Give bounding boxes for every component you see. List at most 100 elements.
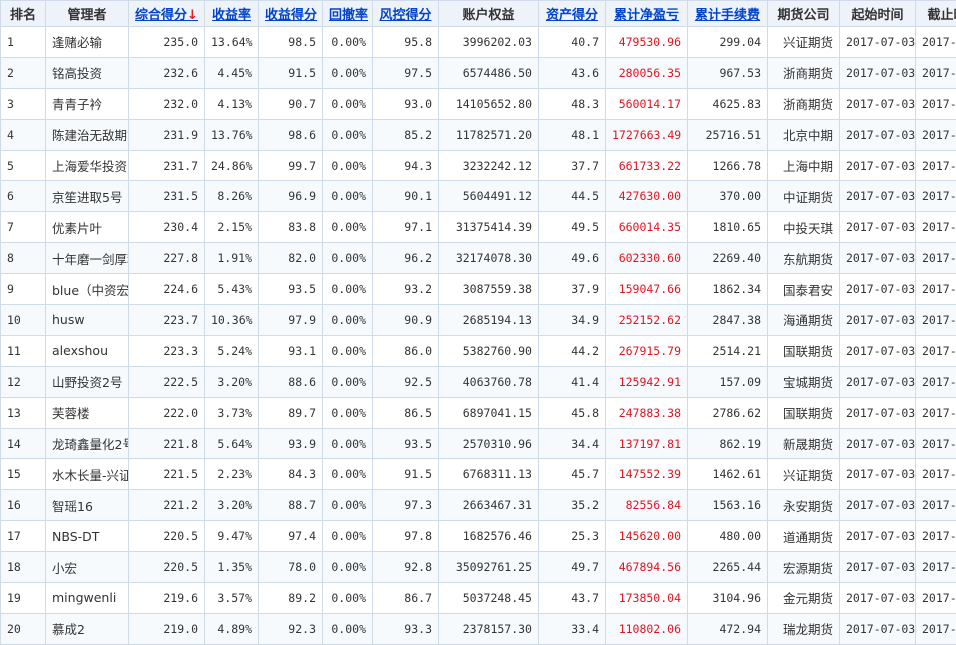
cell-asset-score: 45.8 — [539, 397, 606, 428]
header-net-profit-sort-link[interactable]: 累计净盈亏 — [606, 1, 688, 27]
cell-composite-score: 232.6 — [129, 57, 205, 88]
cell-futures-company: 宏源期货 — [768, 552, 840, 583]
cell-return-score: 88.7 — [259, 490, 323, 521]
cell-asset-score: 49.5 — [539, 212, 606, 243]
cell-end-time: 2017-07-04 — [916, 613, 956, 644]
cell-return-score: 93.1 — [259, 335, 323, 366]
cell-drawdown-rate: 0.00% — [323, 335, 373, 366]
cell-start-time: 2017-07-03 — [840, 490, 916, 521]
cell-account-equity: 6897041.15 — [439, 397, 539, 428]
cell-futures-company: 兴证期货 — [768, 459, 840, 490]
cell-end-time: 2017-07-04 — [916, 459, 956, 490]
cell-manager: 青青子衿 — [46, 88, 129, 119]
cell-manager: 铭高投资 — [46, 57, 129, 88]
cell-drawdown-rate: 0.00% — [323, 366, 373, 397]
cell-rank: 10 — [1, 305, 46, 336]
cell-composite-score: 219.0 — [129, 613, 205, 644]
cell-net-profit: 467894.56 — [606, 552, 688, 583]
cell-futures-company: 浙商期货 — [768, 88, 840, 119]
cell-risk-score: 93.5 — [373, 428, 439, 459]
cell-account-equity: 11782571.20 — [439, 119, 539, 150]
cell-fees: 299.04 — [688, 27, 768, 58]
cell-risk-score: 94.3 — [373, 150, 439, 181]
cell-fees: 1563.16 — [688, 490, 768, 521]
header-risk-score-sort-link[interactable]: 风控得分 — [373, 1, 439, 27]
cell-return-score: 88.6 — [259, 366, 323, 397]
cell-end-time: 2017-07-04 — [916, 243, 956, 274]
cell-return-score: 78.0 — [259, 552, 323, 583]
cell-asset-score: 43.7 — [539, 583, 606, 614]
header-return-score-sort-link[interactable]: 收益得分 — [259, 1, 323, 27]
cell-composite-score: 231.7 — [129, 150, 205, 181]
cell-return-rate: 2.23% — [205, 459, 259, 490]
cell-start-time: 2017-07-03 — [840, 583, 916, 614]
table-row: 2铭高投资232.64.45%91.50.00%97.56574486.5043… — [1, 57, 956, 88]
table-row: 8十年磨一剑厚积227.81.91%82.00.00%96.232174078.… — [1, 243, 956, 274]
cell-start-time: 2017-07-03 — [840, 397, 916, 428]
cell-account-equity: 2378157.30 — [439, 613, 539, 644]
cell-asset-score: 25.3 — [539, 521, 606, 552]
cell-drawdown-rate: 0.00% — [323, 88, 373, 119]
cell-fees: 862.19 — [688, 428, 768, 459]
cell-net-profit: 145620.00 — [606, 521, 688, 552]
cell-account-equity: 14105652.80 — [439, 88, 539, 119]
cell-risk-score: 97.1 — [373, 212, 439, 243]
cell-drawdown-rate: 0.00% — [323, 243, 373, 274]
table-row: 13芙蓉楼222.03.73%89.70.00%86.56897041.1545… — [1, 397, 956, 428]
cell-return-score: 96.9 — [259, 181, 323, 212]
table-row: 4陈建治无敌期货231.913.76%98.60.00%85.211782571… — [1, 119, 956, 150]
cell-end-time: 2017-07-04 — [916, 305, 956, 336]
table-row: 17NBS-DT220.59.47%97.40.00%97.81682576.4… — [1, 521, 956, 552]
cell-net-profit: 125942.91 — [606, 366, 688, 397]
cell-return-rate: 8.26% — [205, 181, 259, 212]
cell-net-profit: 173850.04 — [606, 583, 688, 614]
cell-risk-score: 93.3 — [373, 613, 439, 644]
header-fees-sort-link[interactable]: 累计手续费 — [688, 1, 768, 27]
cell-manager: 智瑶16 — [46, 490, 129, 521]
cell-end-time: 2017-07-04 — [916, 397, 956, 428]
header-start-time: 起始时间 — [840, 1, 916, 27]
cell-end-time: 2017-07-04 — [916, 490, 956, 521]
cell-rank: 11 — [1, 335, 46, 366]
cell-return-score: 82.0 — [259, 243, 323, 274]
cell-fees: 2265.44 — [688, 552, 768, 583]
header-return-rate-sort-link[interactable]: 收益率 — [205, 1, 259, 27]
cell-fees: 1462.61 — [688, 459, 768, 490]
cell-rank: 5 — [1, 150, 46, 181]
cell-return-rate: 5.43% — [205, 274, 259, 305]
cell-start-time: 2017-07-03 — [840, 428, 916, 459]
cell-fees: 157.09 — [688, 366, 768, 397]
cell-end-time: 2017-07-04 — [916, 57, 956, 88]
cell-return-rate: 9.47% — [205, 521, 259, 552]
cell-return-rate: 4.89% — [205, 613, 259, 644]
cell-start-time: 2017-07-03 — [840, 613, 916, 644]
cell-futures-company: 新晟期货 — [768, 428, 840, 459]
cell-return-score: 84.3 — [259, 459, 323, 490]
table-row: 19mingwenli219.63.57%89.20.00%86.7503724… — [1, 583, 956, 614]
cell-return-rate: 13.76% — [205, 119, 259, 150]
cell-drawdown-rate: 0.00% — [323, 119, 373, 150]
cell-account-equity: 2570310.96 — [439, 428, 539, 459]
cell-return-rate: 3.20% — [205, 366, 259, 397]
table-row: 11alexshou223.35.24%93.10.00%86.05382760… — [1, 335, 956, 366]
table-row: 1逢赌必输235.013.64%98.50.00%95.83996202.034… — [1, 27, 956, 58]
cell-return-rate: 1.91% — [205, 243, 259, 274]
cell-asset-score: 37.9 — [539, 274, 606, 305]
cell-account-equity: 3996202.03 — [439, 27, 539, 58]
cell-rank: 9 — [1, 274, 46, 305]
cell-end-time: 2017-07-04 — [916, 150, 956, 181]
header-composite-score-sort-link[interactable]: 综合得分↓ — [129, 1, 205, 27]
cell-start-time: 2017-07-03 — [840, 274, 916, 305]
sort-down-arrow-icon: ↓ — [187, 8, 198, 23]
header-drawdown-sort-link[interactable]: 回撤率 — [323, 1, 373, 27]
cell-asset-score: 33.4 — [539, 613, 606, 644]
cell-fees: 472.94 — [688, 613, 768, 644]
table-row: 16智瑶16221.23.20%88.70.00%97.32663467.313… — [1, 490, 956, 521]
header-composite-score-label: 综合得分 — [135, 8, 187, 23]
cell-manager: blue（中资宏德 — [46, 274, 129, 305]
cell-account-equity: 2685194.13 — [439, 305, 539, 336]
cell-futures-company: 道通期货 — [768, 521, 840, 552]
header-asset-score-sort-link[interactable]: 资产得分 — [539, 1, 606, 27]
cell-return-score: 89.2 — [259, 583, 323, 614]
cell-return-score: 97.9 — [259, 305, 323, 336]
